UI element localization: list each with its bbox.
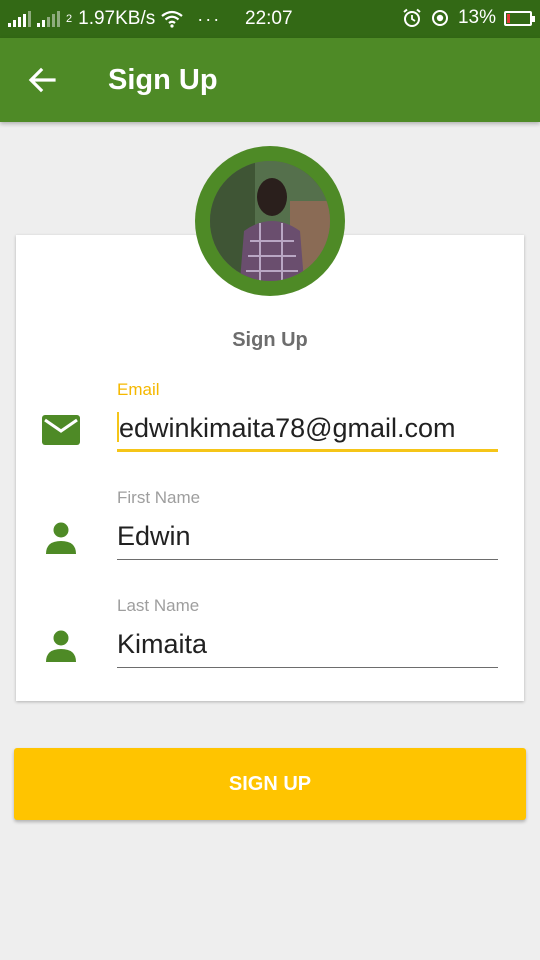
network-speed: 1.97KB/s <box>78 8 156 29</box>
status-bar: 2 1.97KB/s ··· 22:07 13% <box>0 0 540 38</box>
battery-icon <box>504 10 535 26</box>
more-dots: ··· <box>197 8 222 29</box>
mail-icon <box>42 415 80 445</box>
signal-2-icon <box>37 11 60 27</box>
battery-percent: 13% <box>457 7 496 28</box>
email-input[interactable]: edwinkimaita78@gmail.com <box>117 412 498 452</box>
wifi-icon <box>161 10 183 28</box>
status-left: 2 1.97KB/s ··· <box>8 8 221 30</box>
first-name-input[interactable]: Edwin <box>117 520 498 560</box>
avatar[interactable] <box>195 146 345 296</box>
sim-label: 2 <box>66 13 73 25</box>
sign-up-button[interactable]: SIGN UP <box>14 748 526 820</box>
last-name-input[interactable]: Kimaita <box>117 628 498 668</box>
first-name-label: First Name <box>117 488 201 507</box>
email-field[interactable]: Email edwinkimaita78@gmail.com <box>117 380 498 452</box>
alarm-icon <box>403 8 421 27</box>
last-name-label: Last Name <box>117 596 200 615</box>
page-title: Sign Up <box>108 64 218 96</box>
app-bar: Sign Up <box>0 38 540 122</box>
email-label: Email <box>117 380 160 399</box>
profile-photo-art <box>210 161 330 281</box>
location-icon <box>431 10 448 26</box>
battery-fill <box>507 13 510 23</box>
form-heading: Sign Up <box>232 329 308 351</box>
status-time: 22:07 <box>245 8 293 29</box>
person-icon <box>46 522 76 554</box>
email-value: edwinkimaita78@gmail.com <box>119 413 456 443</box>
signal-icon <box>8 11 31 27</box>
status-right: 13% <box>402 7 535 29</box>
last-name-field[interactable]: Last Name Kimaita <box>117 596 498 668</box>
person-icon <box>46 630 76 662</box>
profile-photo <box>210 161 330 281</box>
signup-card: Sign Up Email edwinkimaita78@gmail.com F… <box>16 235 524 701</box>
first-name-field[interactable]: First Name Edwin <box>117 488 498 560</box>
arrow-back-icon[interactable] <box>24 62 60 98</box>
